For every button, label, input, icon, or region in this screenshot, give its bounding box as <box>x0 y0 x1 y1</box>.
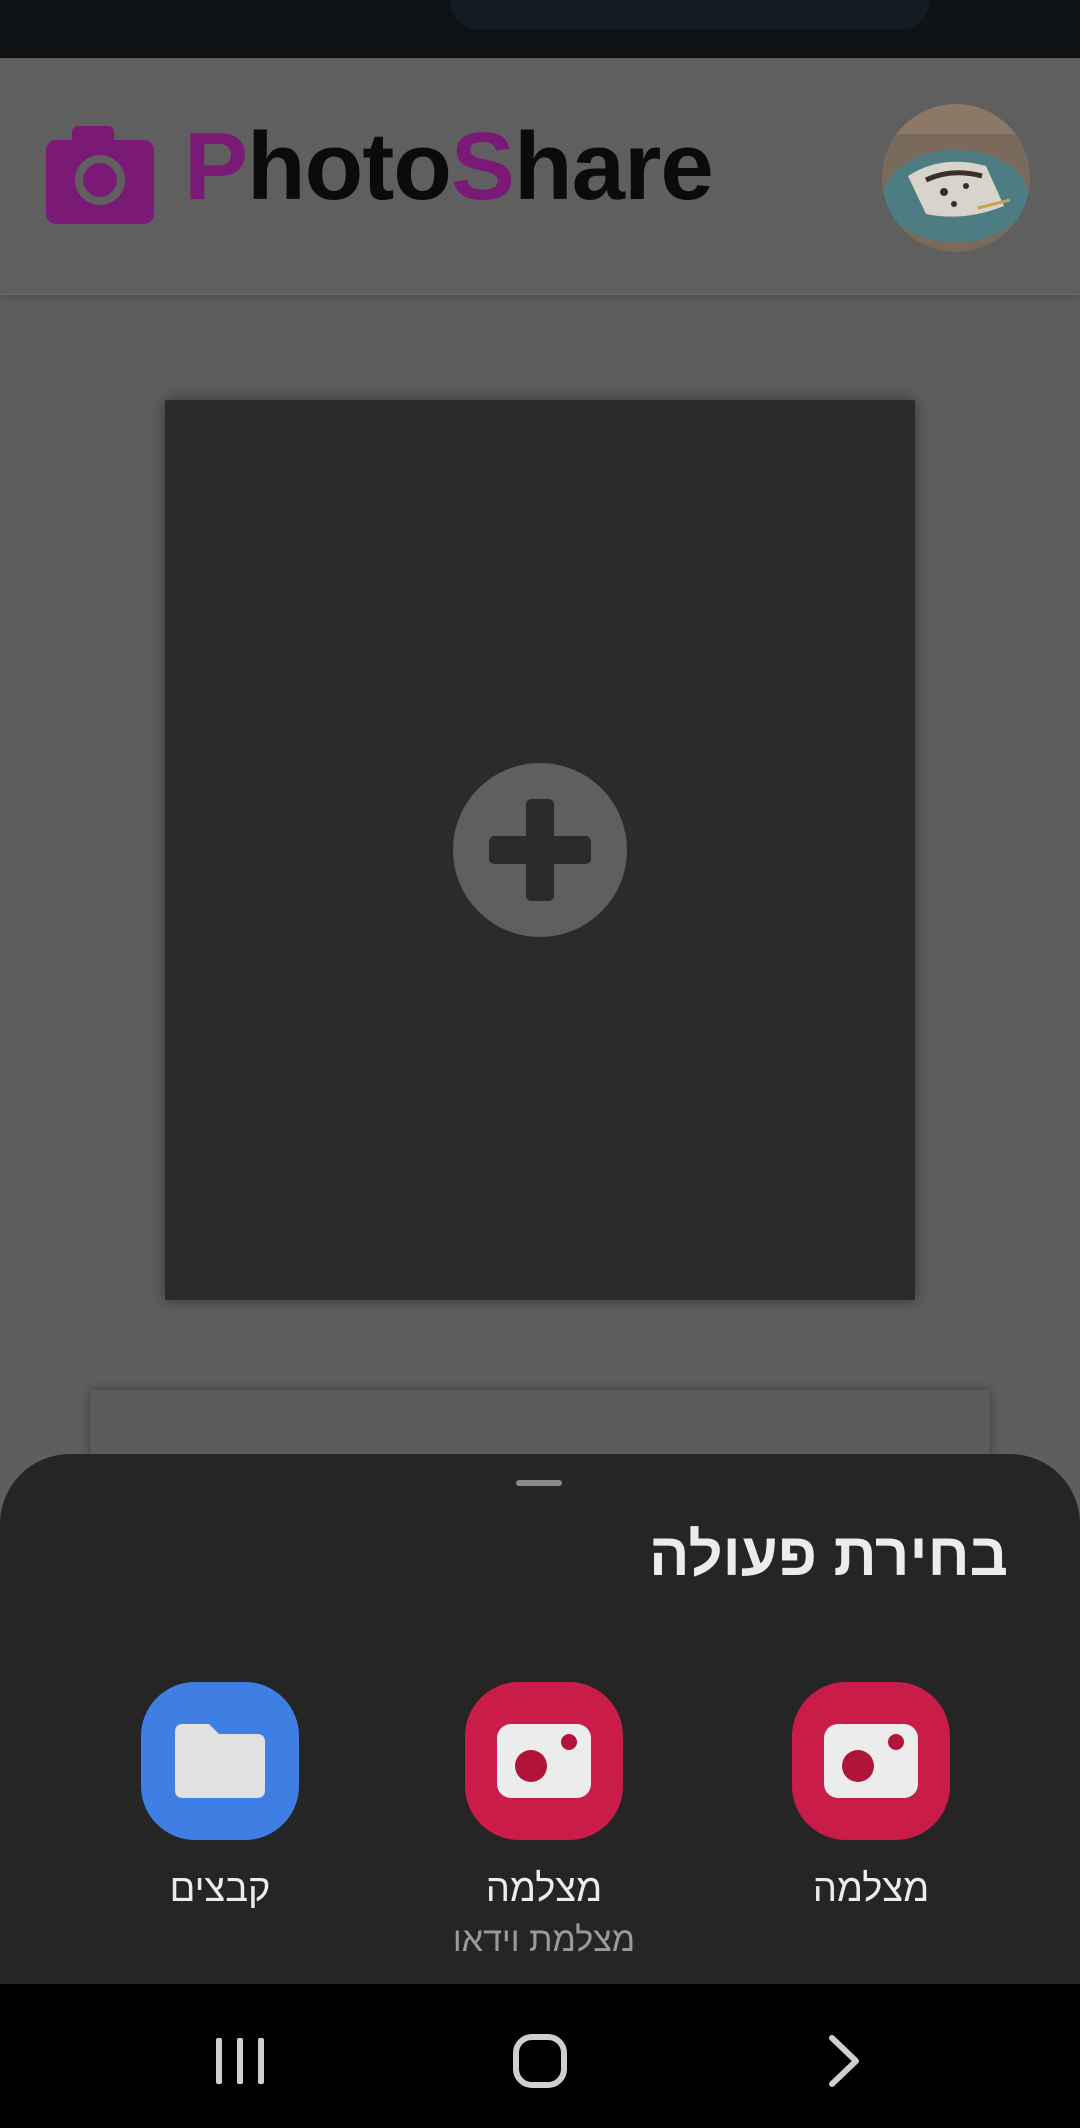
avatar[interactable] <box>882 104 1030 252</box>
folder-icon <box>141 1682 299 1840</box>
option-label: קבצים <box>169 1868 271 1910</box>
app-header: PhotoShare <box>0 58 1080 295</box>
option-label: מצלמה <box>485 1868 603 1910</box>
action-chooser-sheet: בחירת פעולה מצלמה מצלמה מצלמת וידאו קבצי… <box>0 1454 1080 1984</box>
camera-app-icon <box>465 1682 623 1840</box>
back-icon[interactable] <box>794 2010 894 2110</box>
app-logo: PhotoShare <box>184 113 714 220</box>
system-nav-bar <box>0 1984 1080 2128</box>
option-camera[interactable]: מצלמה <box>721 1682 1021 1911</box>
camera-app-icon <box>792 1682 950 1840</box>
status-bar <box>0 0 1080 58</box>
plus-circle-icon[interactable] <box>453 763 627 937</box>
recents-icon[interactable] <box>190 2010 290 2110</box>
option-label: מצלמה <box>812 1868 930 1910</box>
sheet-title: בחירת פעולה <box>648 1521 1008 1588</box>
home-icon[interactable] <box>490 2010 590 2110</box>
camera-notch <box>450 0 930 30</box>
camera-icon <box>46 124 154 229</box>
sheet-handle[interactable] <box>516 1480 562 1486</box>
photo-upload-area[interactable] <box>165 400 915 1300</box>
option-camcorder[interactable]: מצלמה מצלמת וידאו <box>394 1682 694 1960</box>
option-files[interactable]: קבצים <box>70 1682 370 1911</box>
option-sublabel: מצלמת וידאו <box>452 1921 636 1959</box>
